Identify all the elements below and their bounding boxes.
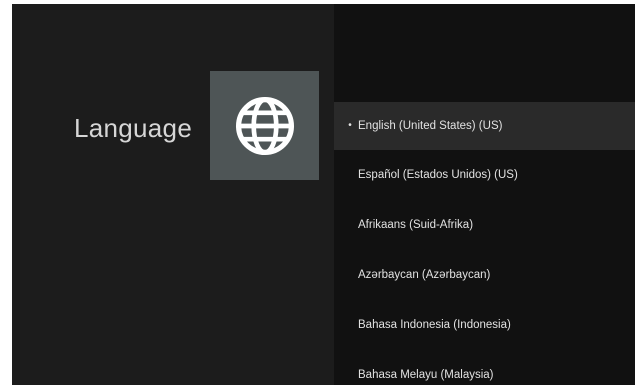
tv-settings-screen: Language • English (United States) (US) … [12, 4, 635, 385]
language-icon-tile [210, 71, 319, 180]
language-item-espanol-us[interactable]: Español (Estados Unidos) (US) [334, 150, 635, 200]
language-item-bahasa-melayu[interactable]: Bahasa Melayu (Malaysia) [334, 350, 635, 385]
language-item-afrikaans[interactable]: Afrikaans (Suid-Afrika) [334, 200, 635, 250]
language-label: Español (Estados Unidos) (US) [358, 169, 518, 181]
language-item-bahasa-indonesia[interactable]: Bahasa Indonesia (Indonesia) [334, 300, 635, 350]
language-list-pane[interactable]: • English (United States) (US) Español (… [334, 4, 635, 385]
selected-bullet-icon: • [348, 120, 352, 131]
page-title: Language [74, 113, 193, 143]
language-label: English (United States) (US) [358, 120, 503, 132]
language-label: Bahasa Melayu (Malaysia) [358, 369, 494, 381]
globe-icon [235, 96, 294, 155]
header-pane: Language [12, 4, 334, 385]
language-label: Afrikaans (Suid-Afrika) [358, 219, 474, 231]
language-item-azerbaycan[interactable]: Azərbaycan (Azərbaycan) [334, 250, 635, 300]
language-label: Azərbaycan (Azərbaycan) [358, 269, 491, 281]
language-item-english-us[interactable]: • English (United States) (US) [334, 102, 635, 150]
language-list: • English (United States) (US) Español (… [334, 102, 635, 385]
language-label: Bahasa Indonesia (Indonesia) [358, 319, 511, 331]
